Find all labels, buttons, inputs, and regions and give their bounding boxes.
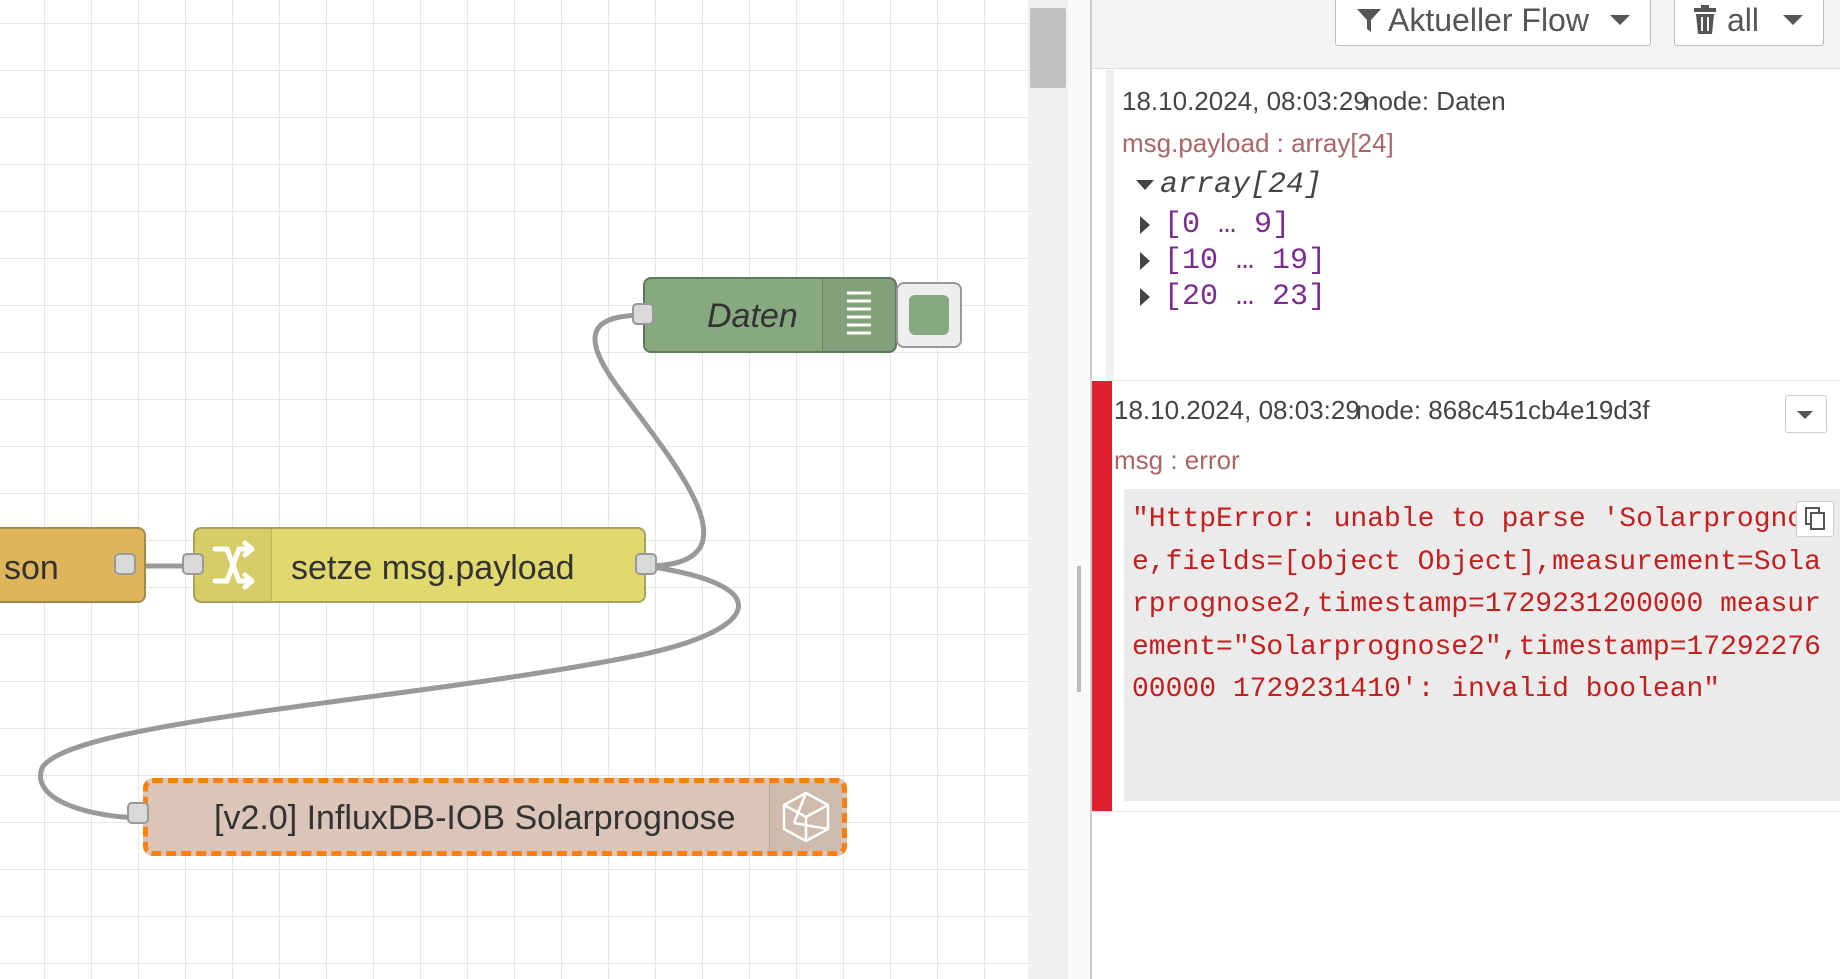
json-node[interactable]: son <box>0 527 146 603</box>
message-node[interactable]: node: 868c451cb4e19d3f <box>1356 395 1650 426</box>
sidebar-splitter[interactable] <box>1068 0 1092 979</box>
database-icon <box>769 783 842 851</box>
array-label: array[24] <box>1160 168 1323 202</box>
change-node-label: setze msg.payload <box>291 549 575 587</box>
array-range-label: [0 … 9] <box>1164 208 1291 242</box>
array-range-label: [20 … 23] <box>1164 280 1327 314</box>
debug-toolbar: Aktueller Flow all <box>1092 0 1840 69</box>
influxdb-node-input-port[interactable] <box>127 802 149 824</box>
filter-icon <box>1357 9 1381 32</box>
message-menu-button[interactable] <box>1785 395 1827 433</box>
clear-messages-button[interactable]: all <box>1674 0 1824 46</box>
filter-label: Aktueller Flow <box>1388 1 1589 38</box>
splitter-handle[interactable] <box>1077 566 1081 692</box>
json-node-label: son <box>4 549 59 587</box>
message-path: msg.payload : array[24] <box>1122 128 1394 158</box>
caret-right-icon <box>1140 252 1150 270</box>
copy-icon <box>1805 507 1825 530</box>
debug-error-message[interactable]: 18.10.2024, 08:03:29 node: 868c451cb4e19… <box>1092 381 1840 812</box>
change-node-input-port[interactable] <box>182 553 204 575</box>
message-timestamp: 18.10.2024, 08:03:29 <box>1114 395 1360 425</box>
flow-workspace[interactable]: son setze msg.payload Daten [v2.0] Influ… <box>0 0 1028 979</box>
influxdb-node[interactable]: [v2.0] InfluxDB-IOB Solarprognose <box>127 778 847 856</box>
array-tree-root[interactable]: array[24] <box>1136 168 1322 202</box>
array-range-item[interactable]: [0 … 9] <box>1140 208 1290 242</box>
array-range-item[interactable]: [20 … 23] <box>1140 280 1326 314</box>
shuffle-icon <box>195 529 272 601</box>
debug-node-input-port[interactable] <box>632 303 654 325</box>
workspace-scrollbar[interactable] <box>1028 0 1068 979</box>
array-range-item[interactable]: [10 … 19] <box>1140 244 1326 278</box>
caret-right-icon <box>1140 288 1150 306</box>
influxdb-node-label: [v2.0] InfluxDB-IOB Solarprognose <box>214 799 736 837</box>
change-node-output-port[interactable] <box>635 553 657 575</box>
debug-toggle-button[interactable] <box>896 282 962 348</box>
change-node[interactable]: setze msg.payload <box>182 527 657 603</box>
chevron-down-icon <box>1783 15 1803 25</box>
workspace-scrollbar-thumb[interactable] <box>1030 8 1066 88</box>
debug-node[interactable]: Daten <box>632 277 897 353</box>
list-icon <box>822 279 895 351</box>
clear-label: all <box>1727 1 1760 38</box>
filter-button[interactable]: Aktueller Flow <box>1335 0 1651 46</box>
error-value-box: "HttpError: unable to parse 'Solarprogno… <box>1124 489 1840 801</box>
debug-node-label: Daten <box>707 297 798 335</box>
message-path: msg : error <box>1114 445 1240 475</box>
copy-value-button[interactable] <box>1796 501 1834 537</box>
trash-icon <box>1694 5 1716 34</box>
debug-sidebar: Aktueller Flow all 18.10.2024, 08:03:29 … <box>1092 0 1840 979</box>
message-timestamp: 18.10.2024, 08:03:29 <box>1122 86 1368 116</box>
json-node-output-port[interactable] <box>114 553 136 575</box>
message-node[interactable]: node: Daten <box>1364 86 1506 117</box>
array-range-label: [10 … 19] <box>1164 244 1327 278</box>
caret-down-icon <box>1136 180 1154 190</box>
caret-right-icon <box>1140 216 1150 234</box>
error-indicator-bar <box>1092 381 1112 811</box>
chevron-down-icon <box>1797 411 1813 419</box>
debug-message[interactable]: 18.10.2024, 08:03:29 node: Daten msg.pay… <box>1106 70 1840 381</box>
debug-toggle-indicator <box>909 295 949 335</box>
error-value-text: "HttpError: unable to parse 'Solarprogno… <box>1132 504 1821 705</box>
chevron-down-icon <box>1610 15 1630 25</box>
